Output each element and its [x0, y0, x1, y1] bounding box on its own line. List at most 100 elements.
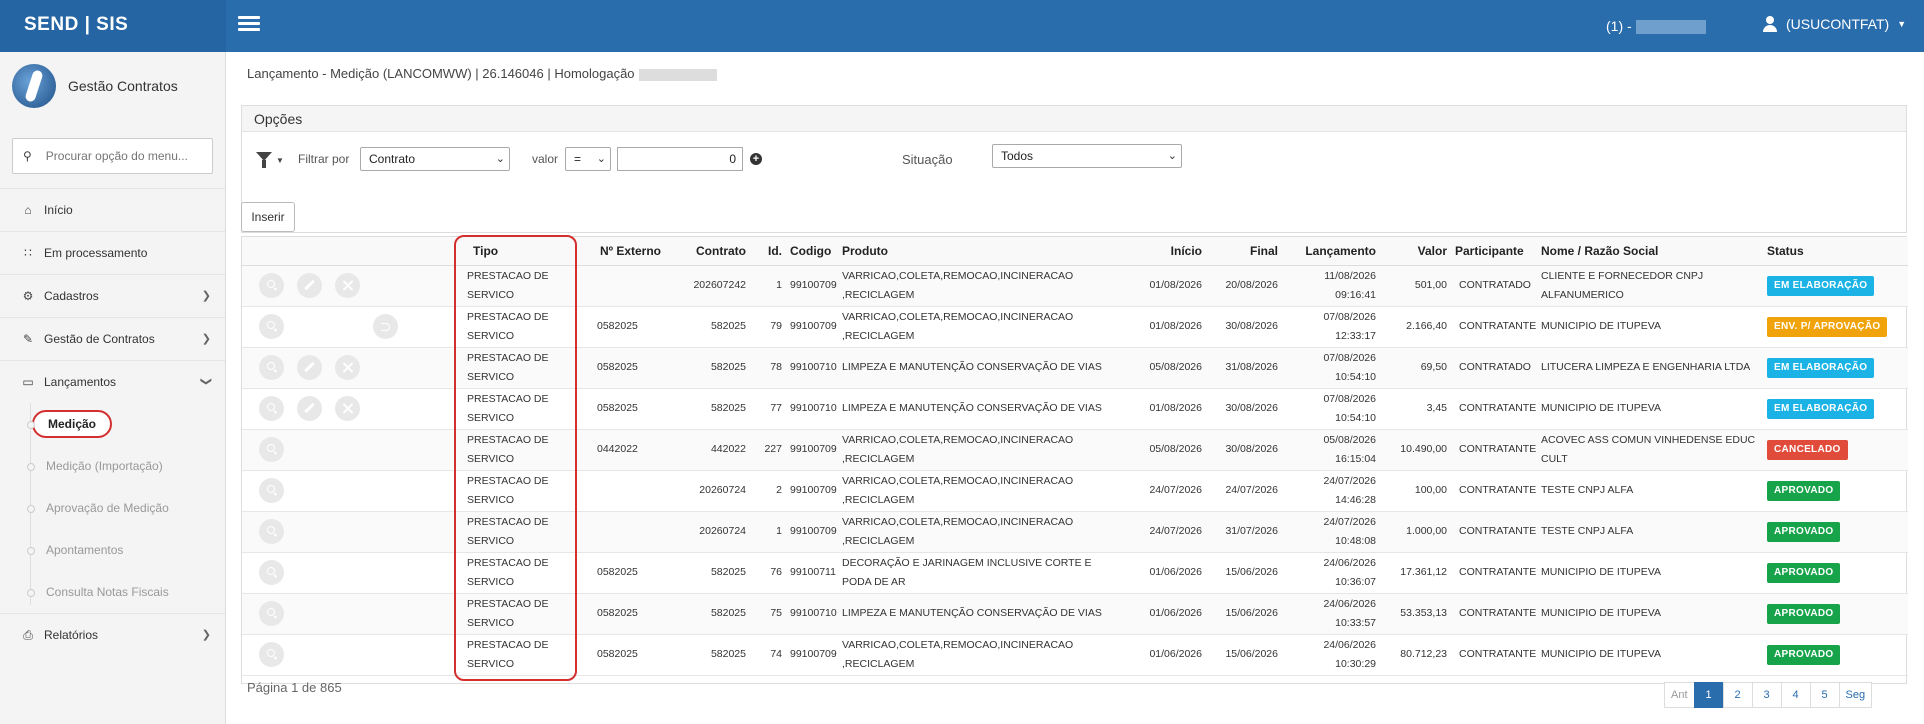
view-icon[interactable]	[259, 478, 284, 503]
cell-status: ENV. P/ APROVAÇÃO	[1763, 306, 1908, 348]
page-3-button[interactable]: 3	[1751, 682, 1782, 708]
sidebar-item-lancamentos[interactable]: ▭ Lançamentos ❯	[0, 360, 225, 403]
insert-button[interactable]: Inserir	[241, 202, 295, 232]
delete-icon[interactable]	[335, 396, 360, 421]
cell-inicio: 01/08/2026	[1128, 265, 1206, 307]
filter-value-input[interactable]: 0	[617, 147, 743, 171]
view-icon[interactable]	[259, 314, 284, 339]
cell-participante: CONTRATANTE	[1451, 470, 1537, 512]
column-tipo[interactable]: Tipo	[453, 237, 581, 266]
cell-externo: 0442022	[581, 429, 665, 471]
cell-nome: LITUCERA LIMPEZA E ENGENHARIA LTDA	[1537, 347, 1763, 389]
column-final[interactable]: Final	[1206, 237, 1282, 266]
status-badge: CANCELADO	[1767, 439, 1848, 460]
cell-valor: 501,00	[1380, 265, 1451, 307]
table-row[interactable]: PRESTACAO DE SERVICO 0582025 582025 74 99100…	[242, 634, 1908, 676]
view-icon[interactable]	[259, 355, 284, 380]
edit-icon[interactable]	[297, 273, 322, 298]
sidebar-subitem-consulta-nf[interactable]: Consulta Notas Fiscais	[27, 571, 225, 613]
user-menu[interactable]: (USUCONTFAT) ▼	[1762, 16, 1906, 32]
column-inicio[interactable]: Início	[1128, 237, 1206, 266]
sidebar-subitem-medicao-importacao[interactable]: Medição (Importação)	[27, 445, 225, 487]
chevron-right-icon: ❯	[201, 333, 211, 345]
delete-icon[interactable]	[335, 355, 360, 380]
cell-lancamento: 07/08/2026 12:33:17	[1282, 306, 1380, 348]
view-icon[interactable]	[259, 519, 284, 544]
cell-nome: CLIENTE E FORNECEDOR CNPJ ALFANUMERICO	[1537, 265, 1763, 307]
column-id[interactable]: Id.	[750, 237, 786, 266]
edit-icon[interactable]	[297, 396, 322, 421]
situacao-select[interactable]: Todos ⌄	[992, 144, 1182, 168]
lancamento-date: 11/08/2026	[1324, 269, 1376, 282]
cell-contrato: 582025	[665, 552, 750, 594]
view-icon[interactable]	[259, 601, 284, 626]
brand-logo[interactable]: SEND | SIS	[0, 0, 226, 52]
cell-final: 31/07/2026	[1206, 511, 1282, 553]
sidebar-subitem-medicao[interactable]: Medição	[27, 403, 225, 445]
page-5-button[interactable]: 5	[1809, 682, 1840, 708]
table-row[interactable]: PRESTACAO DE SERVICO 202607242 1 99100709 VA…	[242, 265, 1908, 307]
view-icon[interactable]	[259, 560, 284, 585]
column-externo[interactable]: Nº Externo	[581, 237, 665, 266]
column-nome[interactable]: Nome / Razão Social	[1537, 237, 1763, 266]
sidebar-item-label: Lançamentos	[44, 375, 117, 389]
sidebar-subitem-aprovacao-medicao[interactable]: Aprovação de Medição	[27, 487, 225, 529]
table-row[interactable]: PRESTACAO DE SERVICO 0582025 582025 78 99100…	[242, 347, 1908, 389]
menu-search-input[interactable]	[45, 149, 206, 163]
lancamento-time: 10:48:08	[1335, 534, 1376, 547]
table-row[interactable]: PRESTACAO DE SERVICO 0582025 582025 75 99100…	[242, 593, 1908, 635]
cell-nome: TESTE CNPJ ALFA	[1537, 511, 1763, 553]
cell-produto: VARRICAO,COLETA,REMOCAO,INCINERACAO ,REC…	[838, 429, 1128, 471]
cell-id: 1	[750, 265, 786, 307]
delete-icon[interactable]	[335, 273, 360, 298]
cell-id: 78	[750, 347, 786, 389]
column-produto[interactable]: Produto	[838, 237, 1128, 266]
sidebar-item-cadastros[interactable]: ⚙ Cadastros ❯	[0, 274, 225, 317]
table-row[interactable]: PRESTACAO DE SERVICO 0582025 582025 79 99100…	[242, 306, 1908, 348]
column-valor[interactable]: Valor	[1380, 237, 1451, 266]
sidebar-item-inicio[interactable]: ⌂ Início	[0, 188, 225, 231]
cell-lancamento: 05/08/2026 16:15:04	[1282, 429, 1380, 471]
cell-valor: 1.000,00	[1380, 511, 1451, 553]
page-1-button[interactable]: 1	[1693, 682, 1724, 708]
view-icon[interactable]	[259, 642, 284, 667]
table-row[interactable]: PRESTACAO DE SERVICO 0442022 442022 227 9910…	[242, 429, 1908, 471]
table-row[interactable]: PRESTACAO DE SERVICO 20260724 1 99100709 VAR…	[242, 511, 1908, 553]
sidebar-item-em-processamento[interactable]: ∷ Em processamento	[0, 231, 225, 274]
filter-icon[interactable]	[256, 152, 272, 168]
cell-nome: MUNICIPIO DE ITUPEVA	[1537, 388, 1763, 430]
results-table: Tipo Nº Externo Contrato Id. Codigo Prod…	[242, 237, 1908, 676]
table-row[interactable]: PRESTACAO DE SERVICO 0582025 582025 77 99100…	[242, 388, 1908, 430]
sidebar-subitem-apontamentos[interactable]: Apontamentos	[27, 529, 225, 571]
cell-codigo: 99100710	[786, 593, 838, 635]
column-lancamento[interactable]: Lançamento	[1282, 237, 1380, 266]
menu-toggle-icon[interactable]	[238, 16, 260, 32]
cell-lancamento: 24/07/2026 10:48:08	[1282, 511, 1380, 553]
table-row[interactable]: PRESTACAO DE SERVICO 20260724 2 99100709 VAR…	[242, 470, 1908, 512]
sidebar-item-relatorios[interactable]: ⎙ Relatórios ❯	[0, 613, 225, 656]
view-icon[interactable]	[259, 437, 284, 462]
column-participante[interactable]: Participante	[1451, 237, 1537, 266]
cell-status: APROVADO	[1763, 634, 1908, 676]
column-codigo[interactable]: Codigo	[786, 237, 838, 266]
page-4-button[interactable]: 4	[1780, 682, 1811, 708]
add-filter-icon[interactable]: +	[750, 153, 762, 165]
page-2-button[interactable]: 2	[1722, 682, 1753, 708]
environment-indicator: (1) -	[1606, 18, 1706, 35]
filter-row: ▼ Filtrar por Contrato ⌄ valor = ⌄ 0 + S…	[242, 144, 1906, 174]
row-actions	[242, 347, 453, 389]
view-icon[interactable]	[259, 396, 284, 421]
column-status[interactable]: Status	[1763, 237, 1908, 266]
filter-field-select[interactable]: Contrato ⌄	[360, 147, 510, 171]
undo-icon[interactable]	[373, 314, 398, 339]
page-next-button[interactable]: Seg	[1838, 682, 1873, 708]
page-prev-button[interactable]: Ant	[1664, 682, 1695, 708]
view-icon[interactable]	[259, 273, 284, 298]
edit-icon[interactable]	[297, 355, 322, 380]
redacted-environment	[1635, 20, 1706, 35]
module-header: Gestão Contratos	[0, 52, 225, 120]
column-contrato[interactable]: Contrato	[665, 237, 750, 266]
table-row[interactable]: PRESTACAO DE SERVICO 0582025 582025 76 99100…	[242, 552, 1908, 594]
operator-select[interactable]: = ⌄	[565, 147, 611, 171]
sidebar-item-gestao-contratos[interactable]: ✎ Gestão de Contratos ❯	[0, 317, 225, 360]
